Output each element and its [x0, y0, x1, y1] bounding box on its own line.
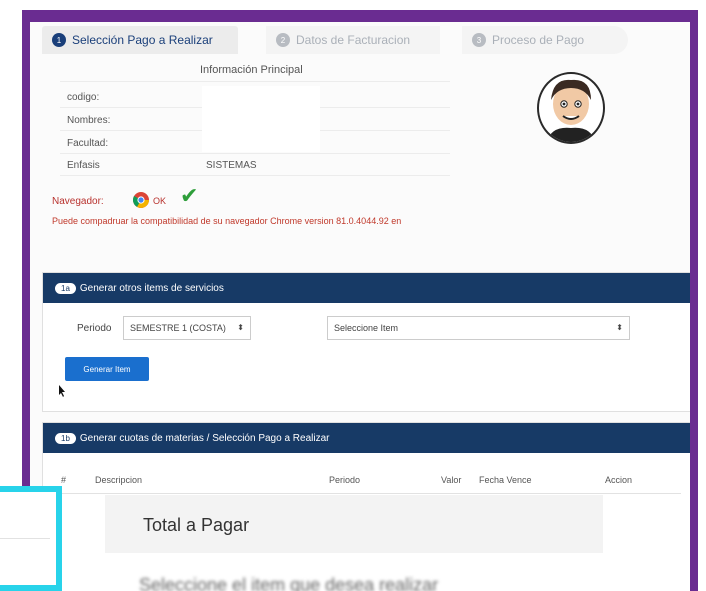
cuotas-panel: 1b Generar cuotas de materias / Selecció…: [42, 422, 690, 591]
payment-page: 1 Selección Pago a Realizar 2 Datos de F…: [30, 22, 690, 591]
tab-label: Selección Pago a Realizar: [72, 33, 213, 47]
enfasis-value: SISTEMAS: [206, 160, 257, 171]
tab-seleccion-pago[interactable]: 1 Selección Pago a Realizar: [42, 26, 238, 54]
column-header-descripcion: Descripcion: [95, 475, 143, 485]
avatar: [537, 72, 605, 144]
services-panel: 1a Generar otros items de servicios Peri…: [42, 272, 690, 412]
column-header-periodo: Periodo: [329, 475, 361, 485]
browser-ok-status: OK: [153, 196, 167, 206]
column-header-fecha-vence: Fecha Vence: [479, 475, 532, 485]
step-number-1: 1: [52, 33, 66, 47]
divider: [60, 153, 450, 154]
nombres-label: Nombres:: [67, 115, 111, 126]
tab-datos-facturacion[interactable]: 2 Datos de Facturacion: [266, 26, 440, 54]
periodo-select[interactable]: SEMESTRE 1 (COSTA) ⬍: [123, 316, 251, 340]
table-header-divider: [53, 493, 681, 494]
select-arrows-icon: ⬍: [237, 323, 244, 332]
select-arrows-icon: ⬍: [616, 323, 623, 332]
facultad-label: Facultad:: [67, 138, 109, 149]
panel-badge: 1b: [55, 432, 76, 444]
total-label: Total a Pagar: [143, 515, 250, 535]
tab-label: Proceso de Pago: [492, 33, 585, 47]
periodo-label: Periodo: [77, 323, 112, 334]
panel-badge: 1a: [55, 282, 76, 294]
cuotas-panel-header: 1b Generar cuotas de materias / Selecció…: [43, 423, 690, 453]
overlay-divider: [0, 538, 50, 539]
avatar-cartoon-icon: [547, 79, 595, 142]
enfasis-label: Enfasis: [67, 160, 100, 171]
checkmark-icon: ✔: [180, 183, 199, 208]
footer-message: Seleccione el item que desea realizar: [139, 575, 439, 591]
item-placeholder: Seleccione Item: [334, 323, 399, 333]
generar-item-button[interactable]: Generar Item: [65, 357, 149, 381]
divider: [60, 175, 450, 176]
info-section-title: Información Principal: [200, 64, 303, 76]
column-header-valor: Valor: [441, 475, 462, 485]
column-header-accion: Accion: [605, 475, 633, 485]
mouse-cursor-icon: [59, 385, 65, 397]
panel-title: Generar otros items de servicios: [79, 282, 224, 294]
periodo-selected-value: SEMESTRE 1 (COSTA): [130, 323, 226, 333]
browser-label: Navegador:: [52, 196, 104, 207]
services-panel-header: 1a Generar otros items de servicios: [43, 273, 690, 303]
tab-label: Datos de Facturacion: [296, 33, 411, 47]
step-number-3: 3: [472, 33, 486, 47]
compatibility-message: Puede compadruar la compatibilidad de su…: [52, 216, 402, 226]
item-select[interactable]: Seleccione Item ⬍: [327, 316, 630, 340]
tab-proceso-pago[interactable]: 3 Proceso de Pago: [462, 26, 628, 54]
column-header-number: #: [61, 475, 67, 485]
chrome-icon: [133, 192, 149, 208]
redacted-student-info: [202, 86, 320, 152]
step-number-2: 2: [276, 33, 290, 47]
step-tabs: 1 Selección Pago a Realizar 2 Datos de F…: [42, 26, 690, 56]
codigo-label: codigo:: [67, 92, 100, 103]
panel-title: Generar cuotas de materias / Selección P…: [79, 432, 330, 444]
divider: [60, 81, 450, 82]
